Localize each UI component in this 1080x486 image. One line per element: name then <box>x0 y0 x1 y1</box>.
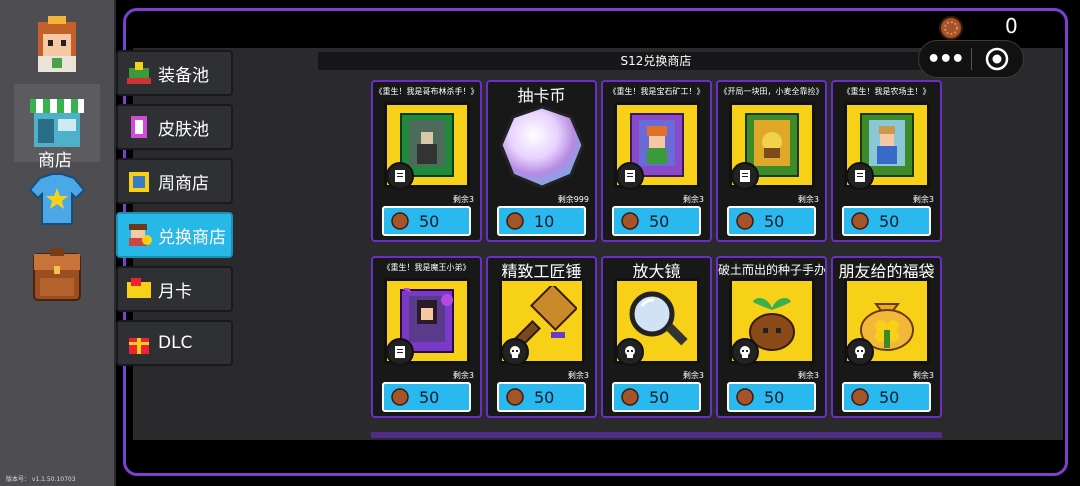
player-avatar-icon[interactable] <box>14 6 100 84</box>
buy-button[interactable]: 50 <box>382 206 471 236</box>
gacha-crystal-icon <box>499 104 585 190</box>
skin-pool-icon <box>124 113 154 141</box>
item-price: 50 <box>879 211 900 231</box>
book-badge-icon <box>386 338 414 366</box>
tab-label: 月卡 <box>158 281 192 302</box>
item-remaining: 剩余3 <box>797 195 819 204</box>
item-remaining: 剩余3 <box>682 195 704 204</box>
shop-item-card[interactable]: 朋友给的福袋 剩余3 50 <box>831 256 942 418</box>
tab-dlc[interactable]: DLC <box>116 320 233 366</box>
item-price: 50 <box>419 387 440 407</box>
shop-title: S12兑换商店 <box>318 52 994 70</box>
dlc-icon <box>124 329 154 357</box>
item-price: 50 <box>649 211 670 231</box>
item-price: 50 <box>764 387 785 407</box>
book-badge-icon <box>846 162 874 190</box>
buy-button[interactable]: 50 <box>612 206 701 236</box>
skull-badge-icon <box>616 338 644 366</box>
item-price: 50 <box>649 387 670 407</box>
coin-icon <box>736 388 754 406</box>
currency-count: 0 <box>1005 14 1018 38</box>
coin-icon <box>506 388 524 406</box>
buy-button[interactable]: 50 <box>842 382 931 412</box>
item-title: 抽卡币 <box>517 86 566 105</box>
item-title: 《重生！我是哥布林杀手！》 <box>374 87 479 96</box>
item-title: 《重生！我是魔王小弟》 <box>382 263 471 272</box>
item-remaining: 剩余3 <box>452 371 474 380</box>
version-text: 版本号： v1.1.50.10703 <box>6 476 76 483</box>
skull-badge-icon <box>846 338 874 366</box>
shop-item-card[interactable]: 《重生！我是魔王小弟》 剩余3 50 <box>371 256 482 418</box>
buy-button[interactable]: 50 <box>727 382 816 412</box>
item-remaining: 剩余999 <box>557 195 589 204</box>
item-price: 50 <box>419 211 440 231</box>
tab-label: 兑换商店 <box>158 227 226 248</box>
item-title: 《开局一块田，小麦全靠捡》 <box>719 87 824 96</box>
item-remaining: 剩余3 <box>912 195 934 204</box>
item-remaining: 剩余3 <box>797 371 819 380</box>
item-title: 《重生！我是宝石矿工！》 <box>608 87 705 96</box>
more-button[interactable]: ••• <box>919 47 971 72</box>
exchange-shop-icon <box>124 221 154 249</box>
item-price: 50 <box>534 387 555 407</box>
coin-icon <box>391 212 409 230</box>
buy-button[interactable]: 50 <box>612 382 701 412</box>
buy-button[interactable]: 50 <box>382 382 471 412</box>
shop-icon <box>30 99 84 147</box>
shop-item-card[interactable]: 《重生！我是农场主！》 剩余3 50 <box>831 80 942 242</box>
close-target-button[interactable] <box>971 47 1023 71</box>
monthly-card-icon <box>124 275 154 303</box>
target-icon <box>985 47 1009 71</box>
tab-exchange-shop[interactable]: 兑换商店 <box>116 212 233 258</box>
shop-item-card[interactable]: 抽卡币 剩余999 10 <box>486 80 597 242</box>
tab-label: DLC <box>158 333 193 353</box>
tab-skin-pool[interactable]: 皮肤池 <box>116 104 233 150</box>
buy-button[interactable]: 50 <box>842 206 931 236</box>
shop-item-card[interactable]: 《重生！我是哥布林杀手！》 剩余3 50 <box>371 80 482 242</box>
book-badge-icon <box>386 162 414 190</box>
item-title: 《重生！我是农场主！》 <box>842 87 931 96</box>
item-title: 破土而出的种子手办 <box>718 263 825 277</box>
skull-badge-icon <box>501 338 529 366</box>
item-remaining: 剩余3 <box>682 371 704 380</box>
item-remaining: 剩余3 <box>912 371 934 380</box>
item-remaining: 剩余3 <box>567 371 589 380</box>
skull-badge-icon <box>731 338 759 366</box>
tab-monthly-card[interactable]: 月卡 <box>116 266 233 312</box>
coin-icon <box>851 388 869 406</box>
backpack-icon[interactable] <box>14 236 100 314</box>
weekly-shop-icon <box>124 167 154 195</box>
tab-label: 装备池 <box>158 65 209 86</box>
item-remaining: 剩余3 <box>452 195 474 204</box>
coin-icon <box>506 212 524 230</box>
book-badge-icon <box>731 162 759 190</box>
equipment-pool-icon <box>124 59 154 87</box>
side-rail: 商店 版本号： v1.1.50.10703 <box>0 0 116 486</box>
buy-button[interactable]: 50 <box>727 206 816 236</box>
coin-icon <box>391 388 409 406</box>
tshirt-icon[interactable] <box>14 160 100 238</box>
coin-icon <box>736 212 754 230</box>
shop-item-card[interactable]: 破土而出的种子手办 剩余3 50 <box>716 256 827 418</box>
item-price: 50 <box>879 387 900 407</box>
tab-weekly-shop[interactable]: 周商店 <box>116 158 233 204</box>
tab-label: 周商店 <box>158 173 209 194</box>
shop-item-card[interactable]: 《重生！我是宝石矿工！》 剩余3 50 <box>601 80 712 242</box>
tab-equipment-pool[interactable]: 装备池 <box>116 50 233 96</box>
coin-icon <box>621 212 639 230</box>
coin-icon <box>621 388 639 406</box>
shop-item-card[interactable]: 精致工匠锤 剩余3 50 <box>486 256 597 418</box>
item-price: 10 <box>534 211 555 231</box>
mini-program-capsule: ••• <box>918 40 1024 78</box>
buy-button[interactable]: 50 <box>497 382 586 412</box>
book-badge-icon <box>616 162 644 190</box>
next-row-peek <box>371 432 942 438</box>
coin-icon <box>851 212 869 230</box>
tab-label: 皮肤池 <box>158 119 209 140</box>
buy-button[interactable]: 10 <box>497 206 586 236</box>
item-price: 50 <box>764 211 785 231</box>
shop-item-card[interactable]: 放大镜 剩余3 50 <box>601 256 712 418</box>
shop-item-card[interactable]: 《开局一块田，小麦全靠捡》 剩余3 50 <box>716 80 827 242</box>
